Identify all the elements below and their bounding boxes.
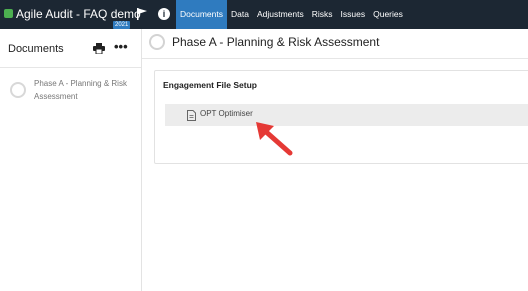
- tab-adjustments[interactable]: Adjustments: [253, 0, 308, 29]
- info-icon[interactable]: i: [158, 8, 170, 20]
- status-circle-icon: [10, 82, 26, 98]
- tab-documents[interactable]: Documents: [176, 0, 227, 29]
- flag-icon[interactable]: [137, 8, 148, 20]
- app-status-icon: [4, 9, 13, 18]
- sidebar-divider: [0, 67, 141, 68]
- list-item[interactable]: OPT Optimiser: [165, 104, 528, 126]
- document-icon: [187, 110, 196, 121]
- main-content: Phase A - Planning & Risk Assessment Eng…: [142, 29, 528, 291]
- annotation-arrow-icon: [256, 122, 293, 156]
- main-divider: [142, 58, 528, 59]
- tab-data[interactable]: Data: [227, 0, 253, 29]
- sidebar-item-label: Phase A - Planning & Risk Assessment: [34, 79, 127, 101]
- sidebar-item-phase-a[interactable]: Phase A - Planning & Risk Assessment: [10, 77, 135, 107]
- main-header: Phase A - Planning & Risk Assessment: [142, 29, 528, 58]
- card-title: Engagement File Setup: [163, 80, 257, 90]
- print-icon[interactable]: [93, 43, 105, 54]
- tab-risks[interactable]: Risks: [308, 0, 337, 29]
- engagement-card: Engagement File Setup OPT Optimiser: [154, 70, 528, 164]
- row-label: OPT Optimiser: [200, 109, 253, 118]
- sidebar-title: Documents: [8, 43, 64, 55]
- page-title: Phase A - Planning & Risk Assessment: [172, 35, 380, 49]
- sidebar: Documents ••• Phase A - Planning & Risk …: [0, 29, 142, 291]
- year-badge: 2021: [113, 21, 131, 29]
- more-icon[interactable]: •••: [114, 39, 128, 54]
- top-bar: Agile Audit - FAQ demo 2021 i Documents …: [0, 0, 528, 29]
- status-circle-icon: [149, 34, 165, 50]
- main-nav: Documents Data Adjustments Risks Issues …: [176, 0, 407, 29]
- tab-issues[interactable]: Issues: [337, 0, 370, 29]
- app-title[interactable]: Agile Audit - FAQ demo: [16, 7, 141, 21]
- tab-queries[interactable]: Queries: [369, 0, 407, 29]
